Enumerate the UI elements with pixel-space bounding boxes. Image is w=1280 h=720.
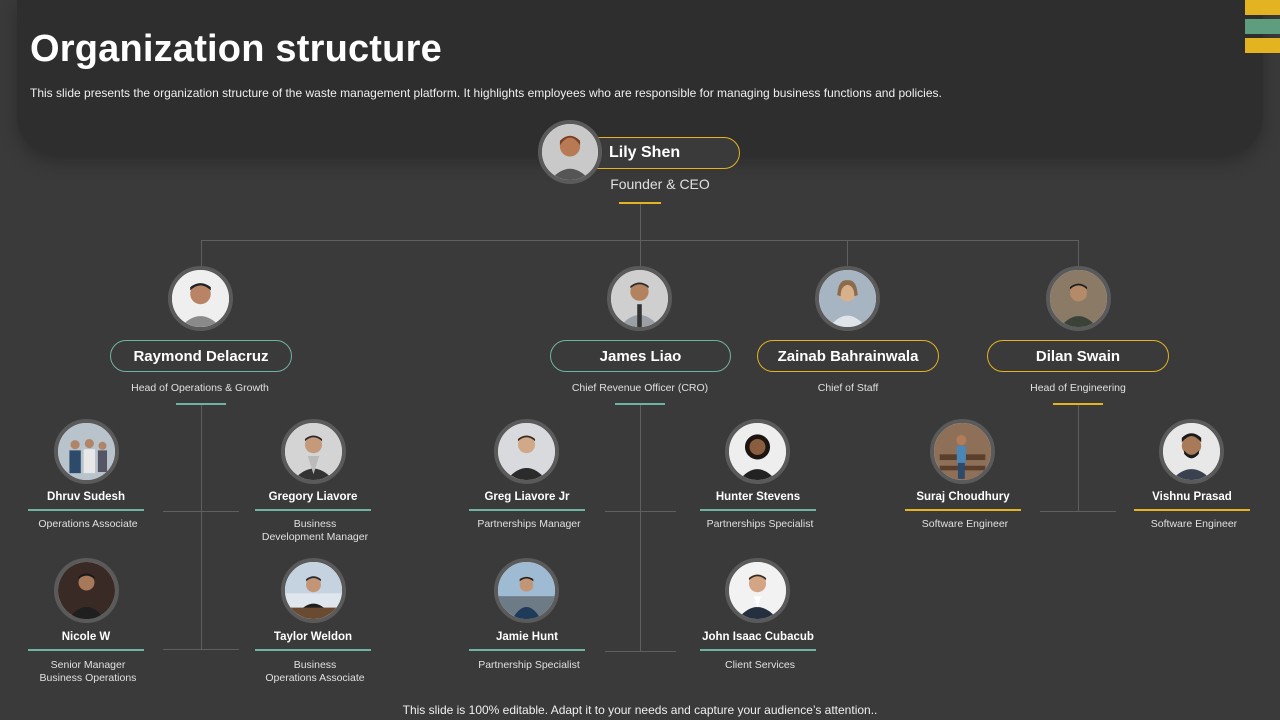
corner-bar-green	[1245, 19, 1280, 34]
person-photo-icon	[934, 423, 991, 480]
person-photo-icon	[498, 423, 555, 480]
employee-name-hunter: Hunter Stevens	[715, 491, 801, 503]
employee-avatar-taylor	[281, 558, 346, 623]
employee-underline-suraj	[905, 509, 1021, 511]
employee-name-suraj: Suraj Choudhury	[916, 491, 1010, 503]
head-name-james: James Liao	[599, 347, 682, 365]
head-role-raymond: Head of Operations & Growth	[131, 382, 269, 394]
employee-underline-dhruv	[28, 509, 144, 511]
employee-avatar-vishnu	[1159, 419, 1224, 484]
connector-ops-row2	[163, 649, 239, 650]
head-underline-dilan	[1053, 403, 1103, 405]
head-pill-raymond: Raymond Delacruz	[110, 340, 292, 372]
employee-role-jamie: Partnership Specialist	[478, 659, 580, 671]
employee-avatar-greg	[494, 419, 559, 484]
employee-name-greg: Greg Liavore Jr	[484, 491, 570, 503]
employee-role-greg: Partnerships Manager	[477, 518, 581, 530]
connector-head-2	[640, 240, 641, 268]
employee-name-jamie: Jamie Hunt	[496, 631, 558, 643]
employee-name-gregory: Gregory Liavore	[268, 491, 358, 503]
employee-avatar-suraj	[930, 419, 995, 484]
person-photo-icon	[729, 562, 786, 619]
connector-ceo-down	[640, 203, 641, 241]
person-photo-icon	[1050, 270, 1107, 327]
employee-underline-taylor	[255, 649, 371, 651]
employee-role-vishnu: Software Engineer	[1150, 518, 1238, 530]
person-photo-icon	[611, 270, 668, 327]
employee-avatar-jamie	[494, 558, 559, 623]
connector-rev-row1	[605, 511, 676, 512]
employee-role-suraj: Software Engineer	[921, 518, 1009, 530]
ceo-name: Lily Shen	[609, 144, 681, 161]
employee-name-vishnu: Vishnu Prasad	[1152, 491, 1232, 503]
ceo-avatar	[538, 120, 602, 184]
connector-rev-row2	[605, 651, 676, 652]
employee-underline-greg	[469, 509, 585, 511]
head-pill-zainab: Zainab Bahrainwala	[757, 340, 939, 372]
corner-bar-gold	[1245, 0, 1280, 15]
employee-role-hunter: Partnerships Specialist	[706, 518, 814, 530]
person-photo-icon	[172, 270, 229, 327]
ceo-role: Founder & CEO	[610, 176, 710, 192]
head-avatar-zainab	[815, 266, 880, 331]
connector-ops-vertical	[201, 404, 202, 650]
employee-name-john: John Isaac Cubacub	[702, 631, 814, 643]
connector-ops-row1	[163, 511, 239, 512]
connector-head-3	[847, 240, 848, 268]
connector-head-1	[201, 240, 202, 268]
employee-role-nicole: Senior Manager Business Operations	[39, 659, 137, 684]
head-role-dilan: Head of Engineering	[1030, 382, 1126, 394]
employee-avatar-hunter	[725, 419, 790, 484]
employee-role-john: Client Services	[724, 659, 796, 671]
person-photo-icon	[1163, 423, 1220, 480]
slide-title: Organization structure	[30, 28, 442, 70]
employee-underline-vishnu	[1134, 509, 1250, 511]
head-avatar-dilan	[1046, 266, 1111, 331]
head-name-zainab: Zainab Bahrainwala	[777, 347, 919, 365]
person-photo-icon	[58, 423, 115, 480]
employee-role-gregory: Business Development Manager	[261, 518, 369, 543]
head-role-james: Chief Revenue Officer (CRO)	[571, 382, 709, 394]
employee-underline-gregory	[255, 509, 371, 511]
person-photo-icon	[285, 423, 342, 480]
employee-underline-jamie	[469, 649, 585, 651]
employee-underline-john	[700, 649, 816, 651]
head-name-dilan: Dilan Swain	[1035, 347, 1121, 365]
footer-note: This slide is 100% editable. Adapt it to…	[402, 703, 878, 717]
head-name-raymond: Raymond Delacruz	[133, 347, 269, 365]
person-photo-icon	[285, 562, 342, 619]
head-role-zainab: Chief of Staff	[817, 382, 879, 394]
ceo-name-pill: Lily Shen	[580, 137, 740, 169]
connector-rev-vertical	[640, 404, 641, 652]
employee-name-taylor: Taylor Weldon	[273, 631, 353, 643]
corner-bar-gold-2	[1245, 38, 1280, 53]
head-underline-raymond	[176, 403, 226, 405]
person-photo-icon	[729, 423, 786, 480]
connector-head-4	[1078, 240, 1079, 268]
slide-subtitle: This slide presents the organization str…	[30, 86, 942, 100]
header-panel	[17, 0, 1263, 156]
connector-eng-vertical	[1078, 404, 1079, 512]
employee-name-dhruv: Dhruv Sudesh	[47, 491, 125, 503]
person-photo-icon	[819, 270, 876, 327]
employee-underline-nicole	[28, 649, 144, 651]
employee-avatar-john	[725, 558, 790, 623]
connector-eng-row1	[1040, 511, 1116, 512]
employee-role-dhruv: Operations Associate	[38, 518, 138, 530]
person-photo-icon	[542, 124, 598, 180]
employee-avatar-dhruv	[54, 419, 119, 484]
person-photo-icon	[58, 562, 115, 619]
employee-role-taylor: Business Operations Associate	[265, 659, 365, 684]
head-underline-james	[615, 403, 665, 405]
employee-avatar-nicole	[54, 558, 119, 623]
person-photo-icon	[498, 562, 555, 619]
head-pill-dilan: Dilan Swain	[987, 340, 1169, 372]
ceo-underline	[619, 202, 661, 204]
head-avatar-raymond	[168, 266, 233, 331]
head-avatar-james	[607, 266, 672, 331]
employee-avatar-gregory	[281, 419, 346, 484]
head-pill-james: James Liao	[550, 340, 731, 372]
employee-underline-hunter	[700, 509, 816, 511]
employee-name-nicole: Nicole W	[61, 631, 111, 643]
